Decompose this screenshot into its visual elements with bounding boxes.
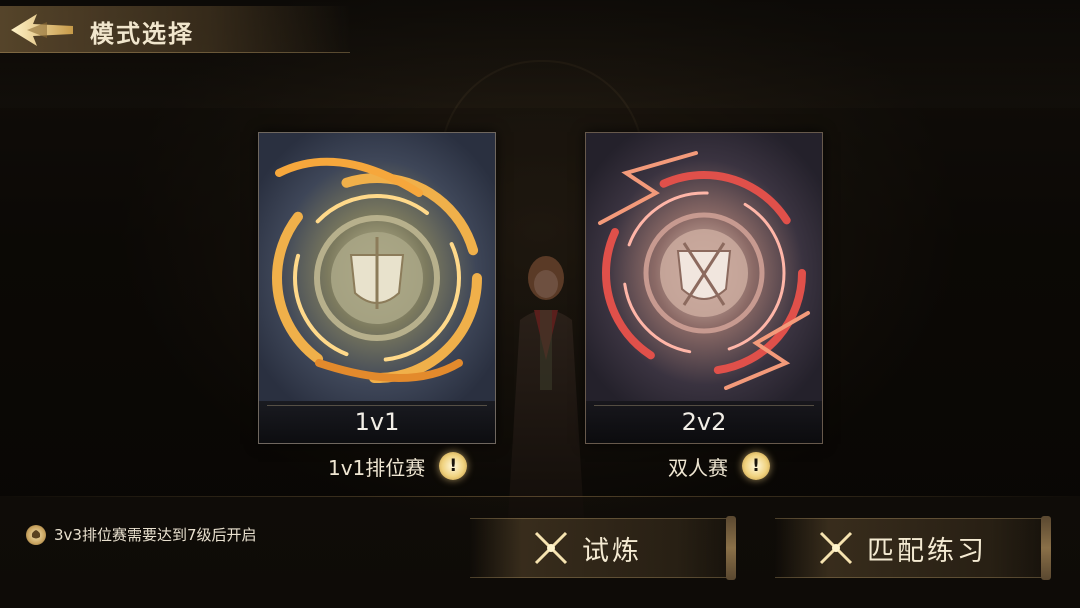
house-crest-icon <box>26 524 46 545</box>
caption-1v1: 1v1排位赛 ! <box>328 450 468 482</box>
match-practice-button[interactable]: 匹配练习 <box>775 516 1051 580</box>
caption-text-1v1: 1v1排位赛 <box>328 455 426 480</box>
unlock-notice: 3v3排位赛需要达到7级后开启 <box>26 524 257 545</box>
button-end-cap <box>726 516 736 580</box>
player-character <box>508 256 584 520</box>
card-art-2v2 <box>586 133 822 401</box>
card-label-2v2: 2v2 <box>586 401 822 443</box>
card-label-1v1: 1v1 <box>259 401 495 443</box>
notice-text: 3v3排位赛需要达到7级后开启 <box>54 526 257 544</box>
match-practice-label: 匹配练习 <box>867 535 987 567</box>
back-arrow-icon <box>11 14 73 46</box>
trial-button[interactable]: 试炼 <box>470 516 736 580</box>
mode-card-1v1[interactable]: 1v1 <box>258 132 496 444</box>
info-icon[interactable]: ! <box>439 452 468 480</box>
card-art-1v1 <box>259 133 495 401</box>
button-end-cap <box>1041 516 1051 580</box>
divider <box>0 496 1080 497</box>
back-button[interactable] <box>6 8 78 52</box>
trial-label: 试炼 <box>582 535 642 567</box>
caption-text-2v2: 双人赛 <box>668 455 728 480</box>
mode-card-2v2[interactable]: 2v2 <box>585 132 823 444</box>
caption-2v2: 双人赛 ! <box>668 450 770 482</box>
info-icon[interactable]: ! <box>742 452 770 480</box>
crossed-wands-icon <box>534 531 568 565</box>
crossed-wands-icon <box>819 531 853 565</box>
page-title: 模式选择 <box>90 20 194 48</box>
